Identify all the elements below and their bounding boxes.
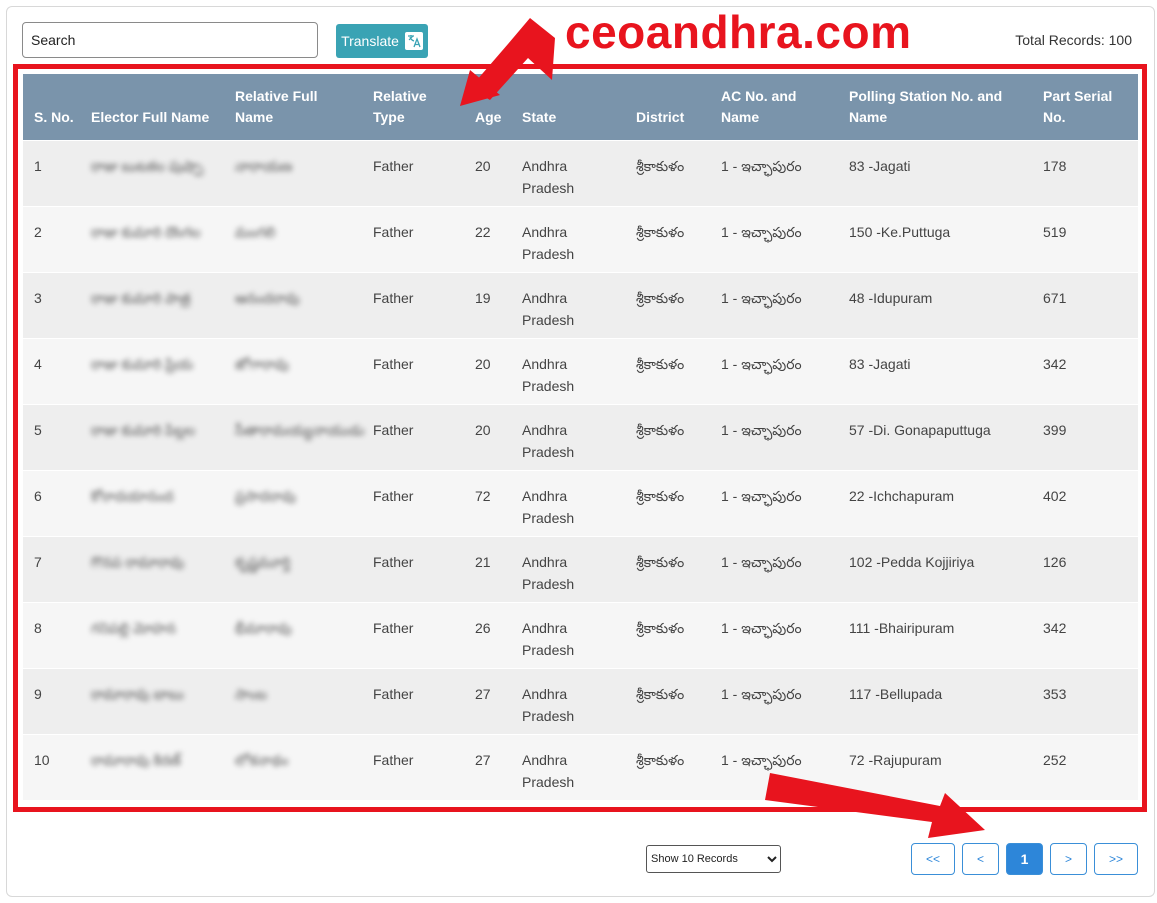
highlight-frame: [13, 64, 1147, 812]
total-records: Total Records: 100: [1015, 32, 1132, 48]
first-page-button[interactable]: <<: [911, 843, 955, 875]
last-page-button[interactable]: >>: [1094, 843, 1138, 875]
translate-icon: [404, 32, 423, 50]
site-watermark: ceoandhra.com: [565, 6, 912, 58]
translate-label: Translate: [341, 33, 399, 49]
translate-button[interactable]: Translate: [336, 24, 428, 58]
records-per-page-select[interactable]: Show 10 Records: [646, 845, 781, 873]
prev-page-button[interactable]: <: [962, 843, 999, 875]
search-input[interactable]: [22, 22, 318, 58]
page-1-button[interactable]: 1: [1006, 843, 1043, 875]
next-page-button[interactable]: >: [1050, 843, 1087, 875]
